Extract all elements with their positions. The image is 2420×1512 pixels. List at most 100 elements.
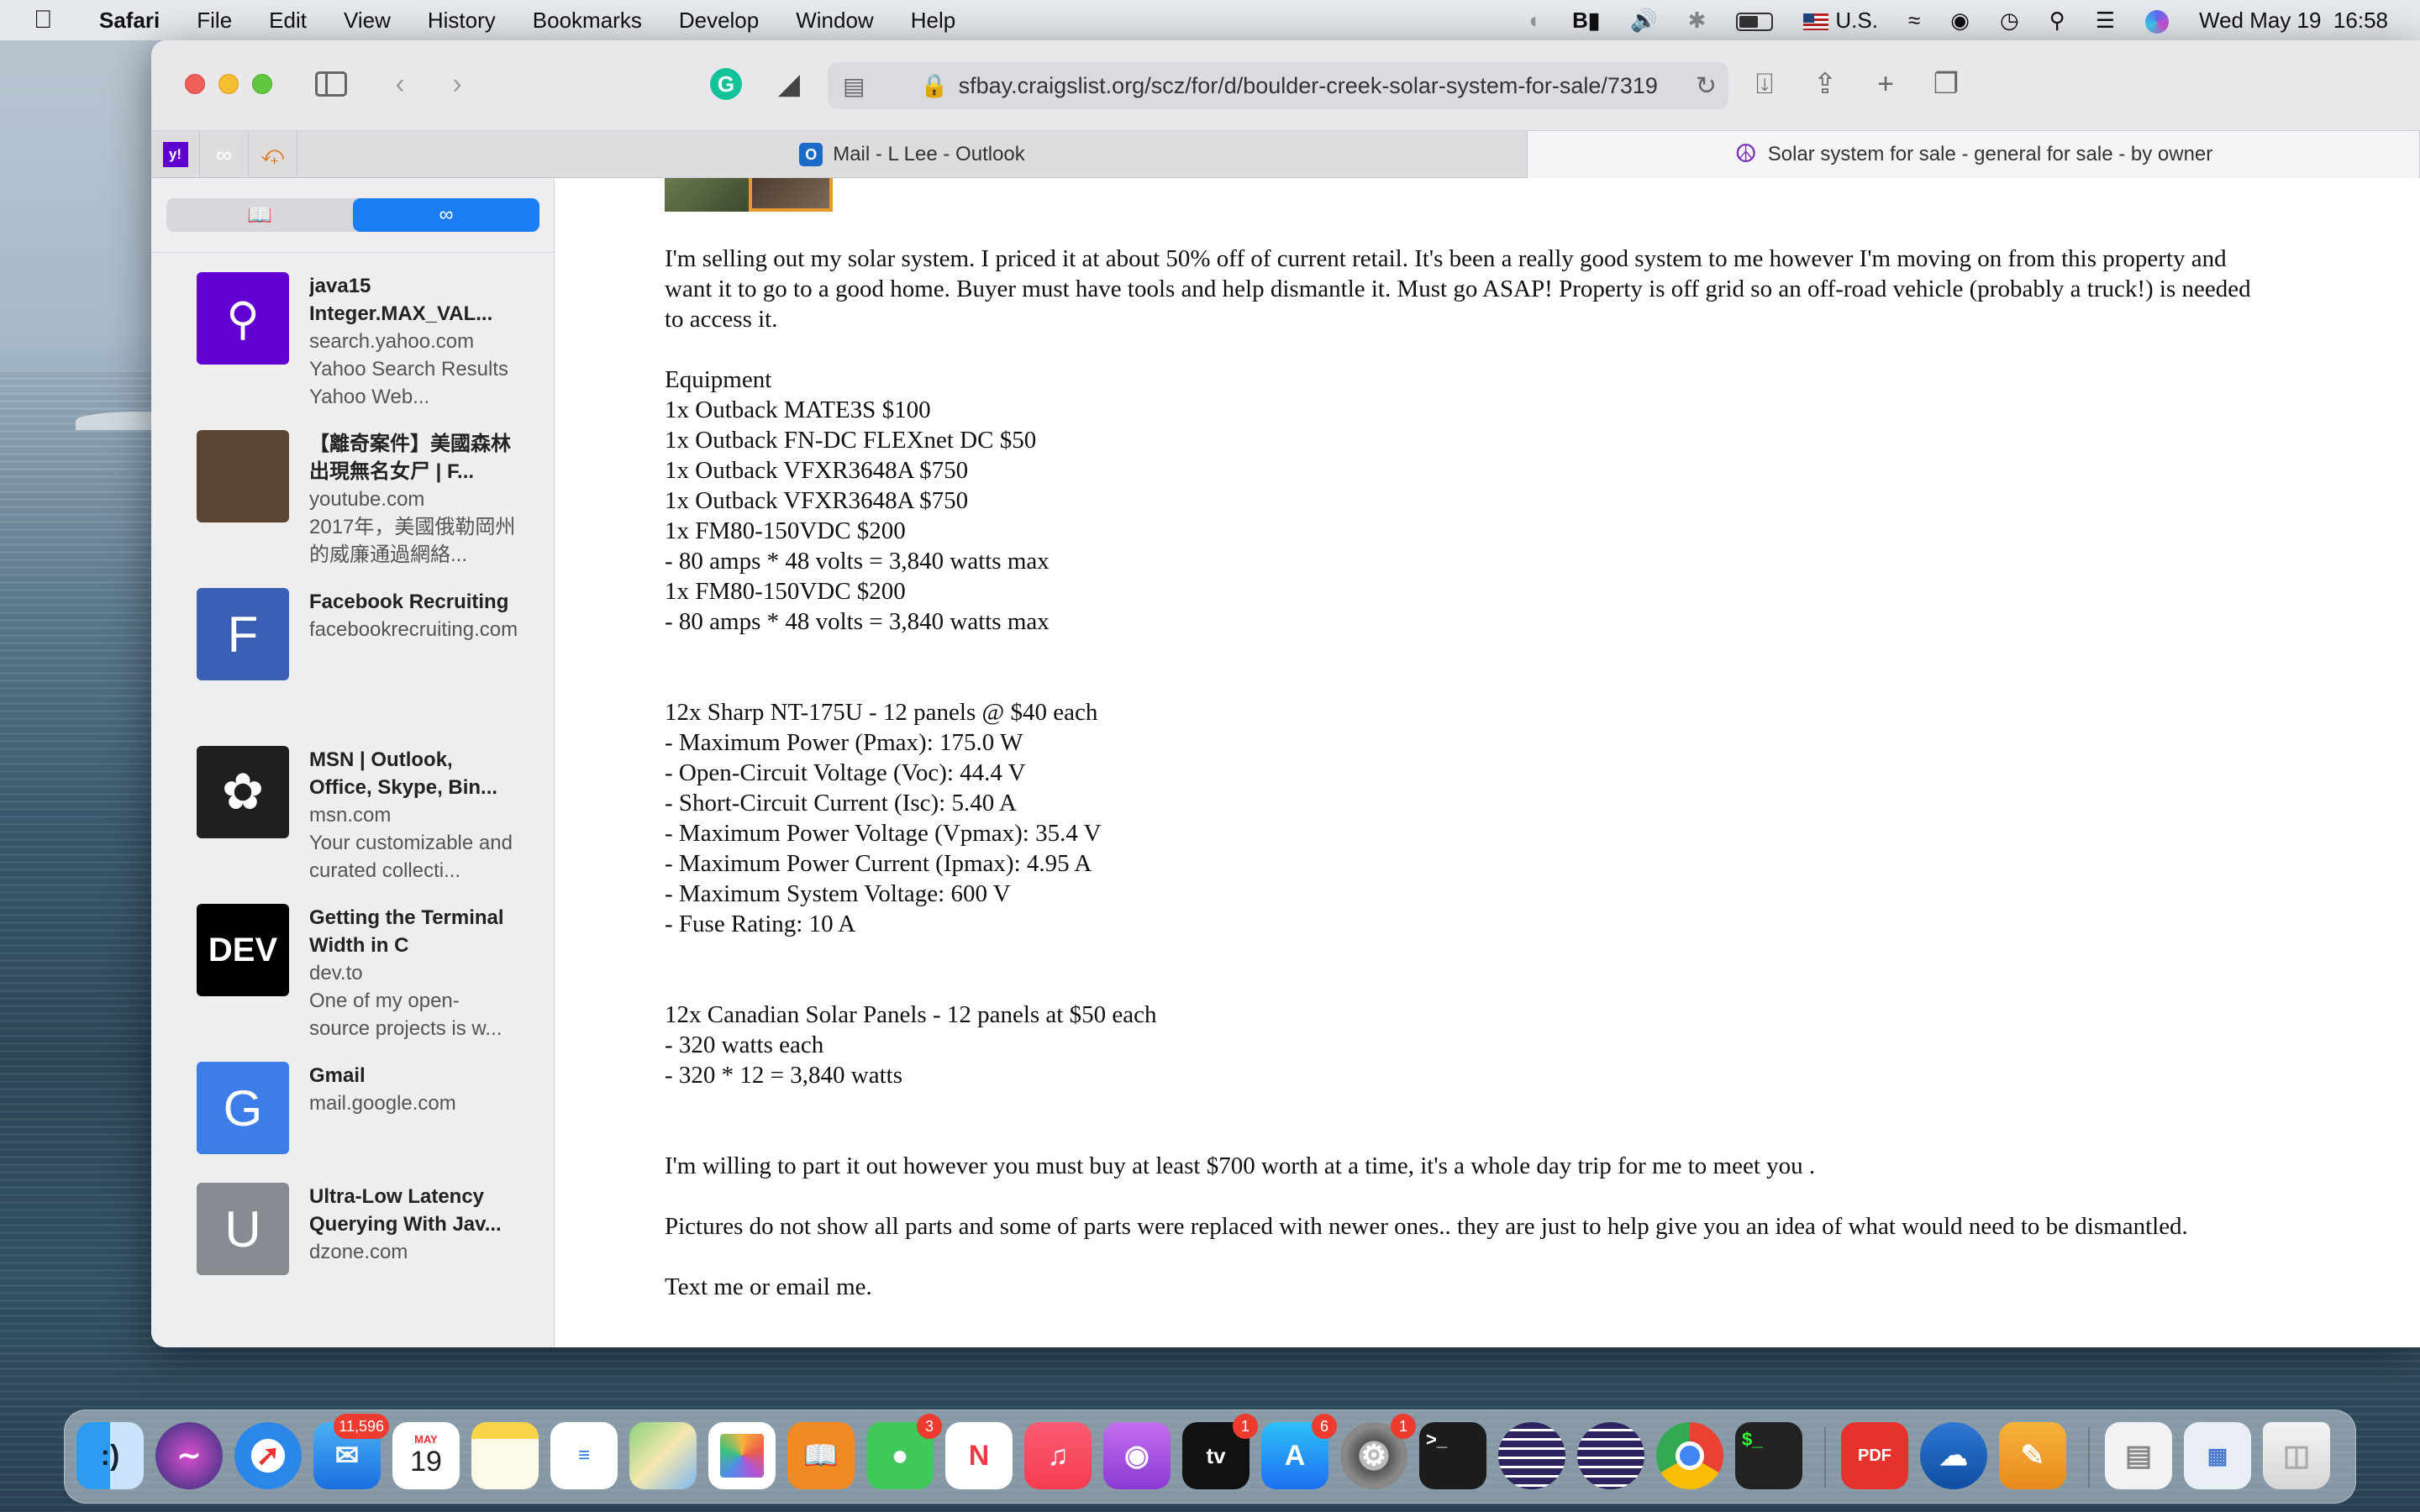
chrome-icon[interactable] <box>1656 1422 1723 1489</box>
reload-icon[interactable]: ↻ <box>1696 71 1717 101</box>
reading-list-item[interactable]: ✿ MSN | Outlook, Office, Skype, Bin... msn… <box>197 746 541 889</box>
iterm-icon[interactable]: $_ <box>1735 1422 1802 1489</box>
eclipse-icon[interactable] <box>1498 1422 1565 1489</box>
eclipse-icon-2[interactable] <box>1577 1422 1644 1489</box>
privacy-report-shield-icon[interactable]: ◢ <box>769 64 809 104</box>
safari-window: ‹ › G ◢ ▤ 🔒 sfbay.craigslist.org/scz/for… <box>151 40 2420 1347</box>
podcasts-icon[interactable]: ◉ <box>1103 1422 1171 1489</box>
finder-icon[interactable]: :) <box>76 1422 144 1489</box>
reading-list-icon: ∞ <box>216 141 232 167</box>
new-tab-icon[interactable]: + <box>1865 64 1906 104</box>
reading-list-title: 【離奇案件】美國森林出現無名女尸 | F... <box>309 433 511 483</box>
menu-app-name[interactable]: Safari <box>99 8 160 34</box>
battery-icon[interactable] <box>1736 8 1774 34</box>
pinned-tab-yahoo[interactable]: y! <box>151 131 200 178</box>
music-icon[interactable]: ♫ <box>1024 1422 1092 1489</box>
menu-help[interactable]: Help <box>911 8 955 34</box>
menu-window[interactable]: Window <box>796 8 873 34</box>
close-window-button[interactable] <box>185 74 205 94</box>
wifi-icon[interactable]: ≈ <box>1908 8 1920 34</box>
reading-list-segment[interactable]: ∞ <box>353 198 539 232</box>
siri-menu-icon[interactable] <box>2145 7 2169 34</box>
appstore-icon[interactable]: A6 <box>1261 1414 1337 1489</box>
menu-view[interactable]: View <box>344 8 391 34</box>
book-icon: 📖 <box>247 203 272 227</box>
share-icon[interactable]: ⇪ <box>1805 64 1845 104</box>
photos-icon[interactable] <box>708 1422 776 1489</box>
control-center-icon[interactable]: ☰ <box>2096 8 2115 34</box>
posting-line: - 80 amps * 48 volts = 3,840 watts max <box>665 608 1050 635</box>
screenshot-stack-icon[interactable]: ▦ <box>2184 1422 2251 1489</box>
menu-edit[interactable]: Edit <box>269 8 307 34</box>
messages-icon[interactable]: ● 3 <box>866 1414 942 1489</box>
bluetooth-icon[interactable]: ✱ <box>1688 8 1707 34</box>
menu-history[interactable]: History <box>428 8 496 34</box>
reminders-icon[interactable]: ≡ <box>550 1422 618 1489</box>
zoom-window-button[interactable] <box>252 74 272 94</box>
dock-separator <box>1824 1427 1826 1488</box>
spotlight-search-icon[interactable]: ⚲ <box>2049 8 2065 34</box>
sidebar-toggle-icon[interactable] <box>311 64 351 104</box>
back-button[interactable]: ‹ <box>380 64 420 104</box>
siri-icon[interactable]: ∼ <box>155 1422 223 1489</box>
reading-list-item[interactable]: U Ultra-Low Latency Querying With Jav... d… <box>197 1183 541 1326</box>
downloads-icon[interactable]: ⍗ <box>1744 64 1785 104</box>
terminal-icon[interactable]: >_ <box>1419 1422 1486 1489</box>
loading-status-icon[interactable]: ◐ <box>1528 8 1542 34</box>
apple-menu-icon[interactable]:  <box>34 6 67 34</box>
grammarly-extension-icon[interactable]: G <box>706 64 746 104</box>
letter-thumbnail: F <box>197 588 289 680</box>
reading-list-domain: facebookrecruiting.com <box>309 618 518 641</box>
notes-icon[interactable] <box>471 1422 539 1489</box>
input-source-menu[interactable]: U.S. <box>1803 8 1878 34</box>
openoffice-icon[interactable]: ☁ <box>1920 1422 1987 1489</box>
menu-file[interactable]: File <box>197 8 232 34</box>
reading-list-item[interactable]: F Facebook Recruiting facebookrecruiting.c… <box>197 588 541 731</box>
maps-icon[interactable] <box>629 1422 697 1489</box>
sidebar-divider <box>151 252 555 253</box>
pinned-tab-reading[interactable]: ∞ <box>200 131 249 178</box>
books-icon[interactable]: 📖 <box>787 1422 855 1489</box>
reader-mode-icon[interactable]: ▤ <box>843 72 865 100</box>
bluetooth-app-icon[interactable]: B▮ <box>1572 8 1600 34</box>
letter-thumbnail: U <box>197 1183 289 1275</box>
forward-button[interactable]: › <box>437 64 477 104</box>
pages-icon[interactable]: ✎ <box>1999 1422 2066 1489</box>
pinned-tab-custom[interactable]: ⤽ <box>249 131 297 178</box>
system-preferences-icon[interactable]: ⚙ 1 <box>1340 1414 1416 1489</box>
tab-outlook-mail[interactable]: O Mail - L Lee - Outlook <box>297 131 1528 178</box>
tab-label-solar: Solar system for sale - general for sale… <box>1767 143 2213 165</box>
sidebar-segmented-control: 📖 ∞ <box>166 198 539 232</box>
volume-icon[interactable]: 🔊 <box>1630 8 1657 34</box>
safari-icon[interactable]: ➚ <box>234 1422 302 1489</box>
trash-icon[interactable]: ◫ <box>2263 1422 2330 1489</box>
reading-list-text: Getting the Terminal Width in C dev.to One… <box>309 904 519 1047</box>
tv-icon[interactable]: tv 1 <box>1182 1414 1258 1489</box>
listing-thumbnail-selected[interactable] <box>749 178 833 212</box>
menubar-clock[interactable]: Wed May 19 16:58 <box>2199 8 2388 34</box>
posting-line: - Short-Circuit Current (Isc): 5.40 A <box>665 790 1017 816</box>
tab-overview-icon[interactable]: ❐ <box>1926 64 1966 104</box>
address-bar[interactable]: ▤ 🔒 sfbay.craigslist.org/scz/for/d/bould… <box>828 62 1728 109</box>
news-icon[interactable]: N <box>945 1422 1013 1489</box>
menu-bookmarks[interactable]: Bookmarks <box>533 8 642 34</box>
reading-list-item[interactable]: DEV Getting the Terminal Width in C dev.to… <box>197 904 541 1047</box>
posting-line: - Maximum Power Voltage (Vpmax): 35.4 V <box>665 820 1102 847</box>
pdf-expert-icon[interactable]: PDF <box>1841 1422 1908 1489</box>
time-machine-icon[interactable]: ◷ <box>2000 8 2019 34</box>
bookmarks-segment[interactable]: 📖 <box>166 198 353 232</box>
minimize-window-button[interactable] <box>218 74 239 94</box>
user-account-icon[interactable]: ◉ <box>1950 8 1970 34</box>
url-text[interactable]: sfbay.craigslist.org/scz/for/d/boulder-c… <box>959 73 1698 99</box>
tab-solar-listing[interactable]: ☮ Solar system for sale - general for sa… <box>1528 131 2420 178</box>
downloads-stack-icon[interactable]: ▤ <box>2105 1422 2172 1489</box>
calendar-icon[interactable]: MAY 19 <box>392 1422 460 1489</box>
yahoo-thumb: ⚲ <box>197 272 289 365</box>
mail-icon[interactable]: ✉ 11,596 <box>313 1414 389 1489</box>
reading-list-item[interactable]: ⚲ java15 Integer.MAX_VAL... search.yahoo.c… <box>197 272 541 415</box>
lock-icon: 🔒 <box>920 73 949 98</box>
menu-develop[interactable]: Develop <box>679 8 759 34</box>
reading-list-item[interactable]: 【離奇案件】美國森林出現無名女尸 | F... youtube.com 2017年，… <box>197 430 541 573</box>
listing-thumbnail[interactable] <box>665 178 749 212</box>
mail-badge: 11,596 <box>334 1414 389 1439</box>
